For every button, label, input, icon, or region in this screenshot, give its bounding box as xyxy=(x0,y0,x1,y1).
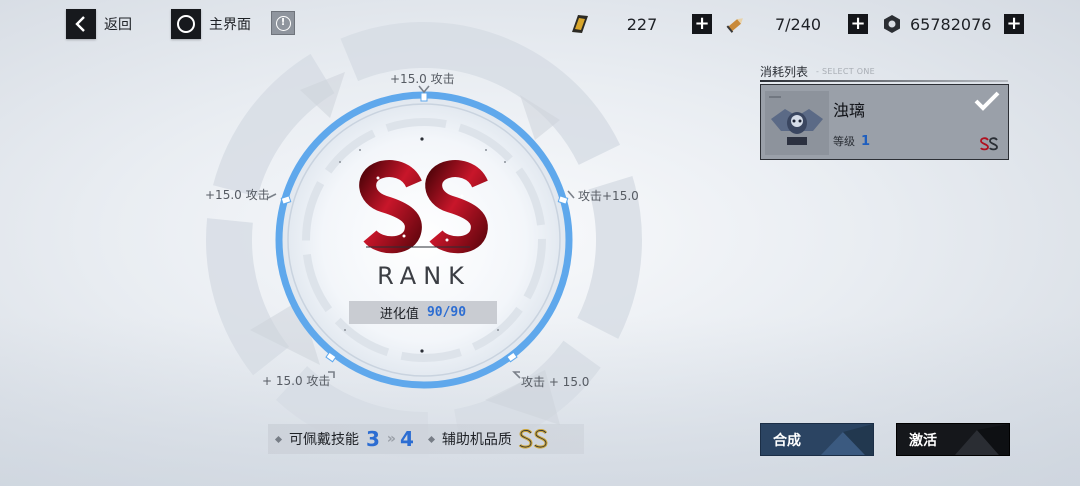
consumable-card[interactable]: 浊璃 等级 1 xyxy=(760,84,1009,160)
back-button[interactable]: 返回 xyxy=(66,9,132,39)
attack-bonus-upper-right: 攻击+15.0 xyxy=(578,189,639,203)
lower-right-arrow-icon xyxy=(512,371,521,379)
compose-label: 合成 xyxy=(773,432,801,449)
evolution-label: 进化值 xyxy=(379,307,419,322)
double-chevron-icon: » xyxy=(386,431,396,447)
upper-right-arrow-icon xyxy=(567,190,575,199)
mech-portrait-icon xyxy=(765,91,829,155)
skill-info-bar: 可佩戴技能 3 » 4 辅助机品质 xyxy=(268,424,584,454)
skill-slots-label: 可佩戴技能 xyxy=(289,432,359,448)
consumable-level-label: 等级 xyxy=(833,135,855,148)
compose-button[interactable]: 合成 xyxy=(760,423,874,456)
rank-word: RANK xyxy=(377,262,471,290)
evolution-value: 90/90 xyxy=(426,305,467,320)
home-button[interactable]: 主界面 xyxy=(171,9,251,39)
gold-bar-icon xyxy=(572,15,588,33)
resource-parts-value: 65782076 xyxy=(910,14,992,34)
info-button[interactable]: ! xyxy=(271,11,295,35)
consumable-level: 等级 1 xyxy=(833,133,870,149)
activate-label: 激活 xyxy=(909,432,937,449)
resource-parts: 65782076 + xyxy=(880,12,1024,36)
back-arrow-icon xyxy=(66,9,96,39)
attack-bonus-lower-left: + 15.0 攻击 xyxy=(262,374,331,388)
rank-ring xyxy=(275,91,573,389)
attack-bonus-upper-left: +15.0 攻击 xyxy=(205,188,270,202)
activate-button[interactable]: 激活 xyxy=(896,423,1010,456)
add-ammo-button[interactable]: + xyxy=(848,14,868,34)
resource-ammo-value: 7/240 xyxy=(774,14,822,34)
add-parts-button[interactable]: + xyxy=(1004,14,1024,34)
rank-dial xyxy=(206,22,642,458)
consumables-title: 消耗列表 xyxy=(760,65,809,79)
home-label: 主界面 xyxy=(209,17,251,33)
consumables-divider xyxy=(760,80,1008,82)
resource-gold-value: 227 xyxy=(626,14,658,34)
evolution-bar: 进化值 90/90 xyxy=(349,301,497,324)
attack-bonus-lower-right: 攻击 + 15.0 xyxy=(521,375,590,389)
diamond-bullet-icon xyxy=(274,435,283,443)
checkmark-icon xyxy=(974,91,1000,111)
attack-bonus-top: +15.0 攻击 xyxy=(390,72,455,86)
hex-nut-icon xyxy=(884,15,900,33)
consumables-subtitle: - SELECT ONE xyxy=(816,67,876,76)
aux-quality-label: 辅助机品质 xyxy=(441,432,512,448)
resource-ammo: 7/240 + xyxy=(724,12,868,36)
add-gold-button[interactable]: + xyxy=(692,14,712,34)
skill-slots-to: 4 xyxy=(399,427,414,451)
diamond-bullet-icon xyxy=(427,435,435,443)
consumable-name: 浊璃 xyxy=(833,101,866,120)
bullet-icon xyxy=(726,18,743,33)
back-label: 返回 xyxy=(104,17,132,33)
info-icon: ! xyxy=(275,15,291,31)
home-ring-icon xyxy=(171,9,201,39)
consumable-level-value: 1 xyxy=(861,134,871,149)
skill-slots-from: 3 xyxy=(366,427,380,451)
ss-rank-icon xyxy=(518,429,548,449)
resource-gold: 227 + xyxy=(568,12,712,36)
ss-rank-icon xyxy=(980,137,998,151)
